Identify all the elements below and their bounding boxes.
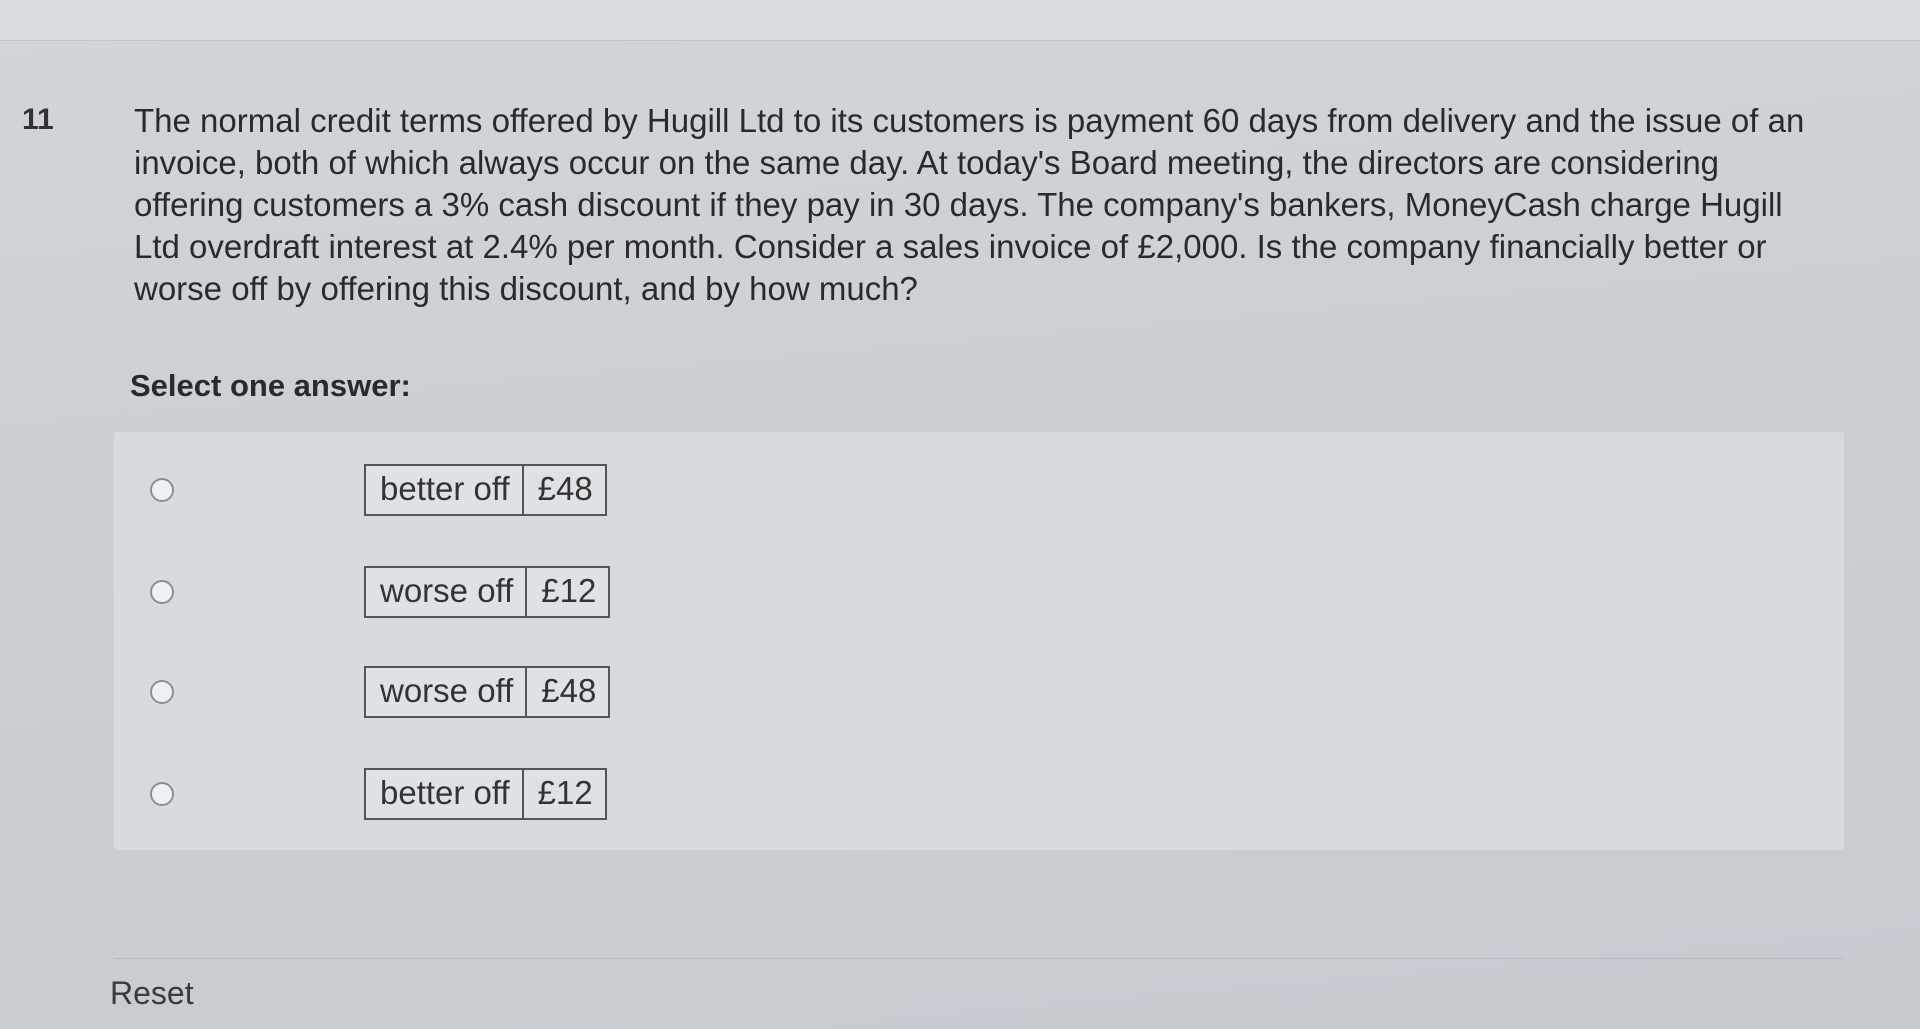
quiz-screen: 11 The normal credit terms offered by Hu… — [0, 0, 1920, 1029]
answer-option-2[interactable]: worse off £12 — [114, 558, 1844, 638]
question-number: 11 — [22, 103, 54, 136]
radio-button[interactable] — [150, 782, 174, 806]
answer-amount: £12 — [525, 568, 608, 616]
answer-table: better off £48 — [364, 464, 607, 516]
answer-table: better off £12 — [364, 768, 607, 820]
question-text: The normal credit terms offered by Hugil… — [134, 102, 1805, 307]
answer-table: worse off £12 — [364, 566, 611, 618]
answer-amount: £48 — [525, 668, 608, 716]
answer-outcome: better off — [380, 774, 510, 811]
answers-panel: better off £48 worse off £12 worse off £… — [114, 432, 1844, 850]
answer-option-3[interactable]: worse off £48 — [114, 658, 1844, 738]
answer-amount: £12 — [521, 770, 605, 818]
reset-link[interactable]: Reset — [110, 975, 194, 1012]
footer-divider — [114, 958, 1844, 959]
answer-option-4[interactable]: better off £12 — [114, 760, 1844, 840]
answer-table: worse off £48 — [364, 666, 611, 718]
select-prompt: Select one answer: — [130, 368, 411, 403]
answer-outcome: worse off — [380, 572, 514, 609]
answer-outcome: worse off — [380, 672, 514, 709]
radio-button[interactable] — [150, 580, 174, 604]
radio-button[interactable] — [150, 680, 174, 704]
radio-button[interactable] — [150, 478, 174, 502]
top-band — [0, 0, 1920, 41]
answer-outcome: better off — [380, 470, 510, 507]
answer-option-1[interactable]: better off £48 — [114, 456, 1844, 536]
answer-amount: £48 — [521, 466, 605, 514]
